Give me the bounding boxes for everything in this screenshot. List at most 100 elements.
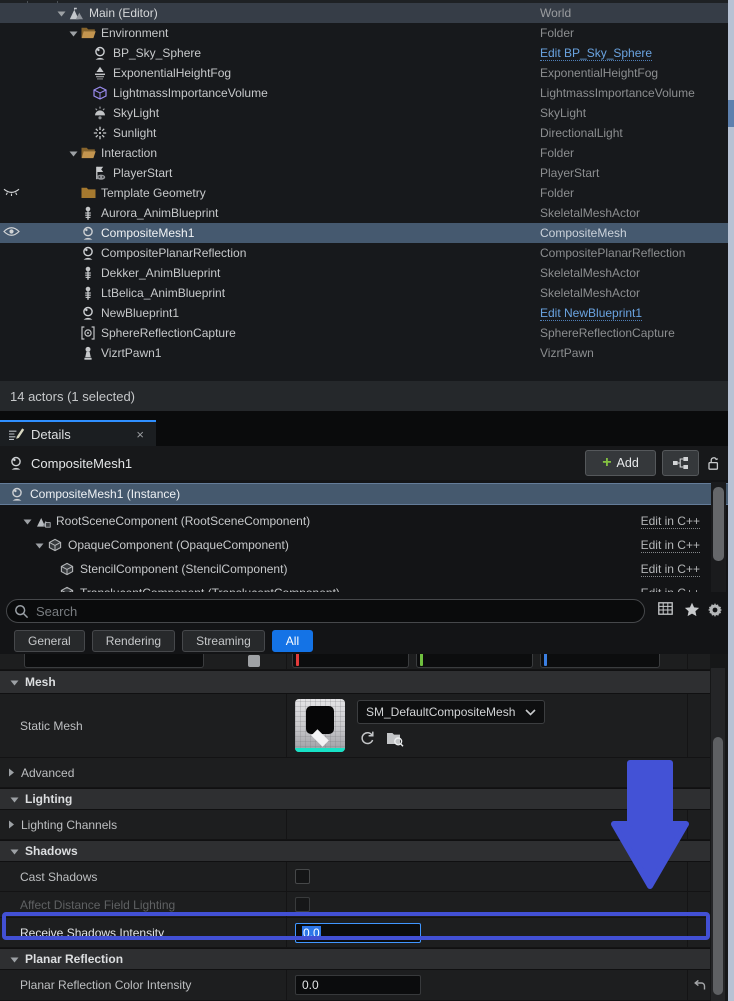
component-row-label: StencilComponent (StencilComponent) <box>80 562 287 576</box>
add-component-button[interactable]: + Add <box>585 450 656 476</box>
filter-tab-streaming[interactable]: Streaming <box>182 630 265 652</box>
scale-z-field[interactable] <box>540 654 660 668</box>
caret-down-icon[interactable] <box>8 796 20 803</box>
caret-down-icon[interactable] <box>67 150 80 157</box>
cast-shadows-checkbox[interactable] <box>295 869 310 884</box>
blueprint-graph-button[interactable] <box>662 450 699 476</box>
player-start-icon <box>92 165 108 181</box>
details-pencil-icon <box>8 427 25 441</box>
outliner-row[interactable]: PlayerStart PlayerStart <box>0 163 728 183</box>
receive-shadows-input[interactable]: 0.0 <box>295 923 421 943</box>
outliner-row[interactable]: VizrtPawn1 VizrtPawn <box>0 343 728 363</box>
caret-down-icon[interactable] <box>8 679 20 686</box>
search-input[interactable] <box>36 604 596 619</box>
actor-icon <box>92 45 108 61</box>
edit-in-cpp-link[interactable]: Edit in C++ <box>641 562 700 577</box>
eye-open-icon[interactable] <box>3 226 20 237</box>
outliner-row-type: CompositeMesh <box>540 226 627 240</box>
advanced-row[interactable]: Advanced <box>0 758 710 788</box>
caret-down-icon[interactable] <box>67 30 80 37</box>
affect-distance-field-checkbox[interactable] <box>295 897 310 912</box>
properties-scrollbar-thumb[interactable] <box>713 737 723 995</box>
section-shadows-label: Shadows <box>25 844 78 858</box>
section-lighting-label: Lighting <box>25 792 72 806</box>
thumbnail-mesh-shape <box>306 706 334 734</box>
outliner-row[interactable]: Sunlight DirectionalLight <box>0 123 728 143</box>
caret-down-icon[interactable] <box>32 542 46 549</box>
edit-blueprint-link[interactable]: Edit NewBlueprint1 <box>540 306 642 321</box>
scale-y-field[interactable] <box>416 654 533 668</box>
scale-input-clipped[interactable] <box>24 654 204 668</box>
outliner-scrollbar-thumb[interactable] <box>728 100 734 127</box>
eye-closed-icon[interactable] <box>3 186 20 197</box>
outliner-row-label: SphereReflectionCapture <box>101 326 236 340</box>
filter-tab-rendering[interactable]: Rendering <box>92 630 175 652</box>
caret-down-icon[interactable] <box>8 956 20 963</box>
search-icon <box>14 604 29 619</box>
outliner-row[interactable]: BP_Sky_Sphere Edit BP_Sky_Sphere <box>0 43 728 63</box>
outliner-row[interactable]: LightmassImportanceVolume LightmassImpor… <box>0 83 728 103</box>
outliner-row[interactable]: SphereReflectionCapture SphereReflection… <box>0 323 728 343</box>
lighting-channels-cell: Lighting Channels <box>0 810 287 839</box>
revert-icon[interactable] <box>693 980 706 991</box>
outliner-row-type: SkeletalMeshActor <box>540 286 640 300</box>
outliner-row[interactable]: ExponentialHeightFog ExponentialHeightFo… <box>0 63 728 83</box>
outliner-row[interactable]: Environment Folder <box>0 23 728 43</box>
browse-to-asset-icon[interactable] <box>386 730 404 747</box>
settings-gear-icon[interactable] <box>707 602 723 618</box>
caret-down-icon[interactable] <box>8 848 20 855</box>
outliner-row[interactable]: Template Geometry Folder <box>0 183 728 203</box>
section-shadows[interactable]: Shadows <box>0 840 710 862</box>
outliner-row[interactable]: Aurora_AnimBlueprint SkeletalMeshActor <box>0 203 728 223</box>
folder-open-icon <box>80 25 96 41</box>
receive-shadows-value-cell: 0.0 <box>287 918 688 947</box>
component-row[interactable]: CompositeMesh1 (Instance) <box>0 483 728 505</box>
static-mesh-dropdown[interactable]: SM_DefaultCompositeMesh <box>357 700 545 724</box>
section-mesh[interactable]: Mesh <box>0 670 710 694</box>
outliner-row-type: VizrtPawn <box>540 346 594 360</box>
section-lighting[interactable]: Lighting <box>0 788 710 810</box>
section-planar-reflection[interactable]: Planar Reflection <box>0 948 710 970</box>
component-row[interactable]: TranslucentComponent (TranslucentCompone… <box>0 582 728 592</box>
use-selected-asset-icon[interactable] <box>359 730 376 747</box>
favorites-star-icon[interactable] <box>684 602 700 617</box>
component-row[interactable]: StencilComponent (StencilComponent) Edit… <box>0 558 728 580</box>
caret-down-icon[interactable] <box>20 518 34 525</box>
outliner-row[interactable]: Main (Editor) World <box>0 3 728 23</box>
outliner-row-label: Aurora_AnimBlueprint <box>101 206 218 220</box>
axis-x-accent <box>296 654 299 666</box>
component-row[interactable]: OpaqueComponent (OpaqueComponent) Edit i… <box>0 534 728 556</box>
component-row-label: OpaqueComponent (OpaqueComponent) <box>68 538 289 552</box>
filter-tab-label: General <box>28 634 71 648</box>
outliner-row[interactable]: SkyLight SkyLight <box>0 103 728 123</box>
filter-tab-general[interactable]: General <box>14 630 85 652</box>
scale-lock-icon[interactable] <box>248 655 260 667</box>
outliner-row[interactable]: NewBlueprint1 Edit NewBlueprint1 <box>0 303 728 323</box>
caret-right-icon[interactable] <box>8 820 15 829</box>
planar-color-input[interactable]: 0.0 <box>295 975 421 995</box>
lighting-channels-row: Lighting Channels <box>0 810 710 840</box>
static-mesh-thumbnail[interactable] <box>295 699 345 752</box>
edit-blueprint-link[interactable]: Edit BP_Sky_Sphere <box>540 46 652 61</box>
outliner-row-type: SkyLight <box>540 106 586 120</box>
outliner-row[interactable]: CompositePlanarReflection CompositePlana… <box>0 243 728 263</box>
edit-in-cpp-link[interactable]: Edit in C++ <box>641 538 700 553</box>
edit-in-cpp-link[interactable]: Edit in C++ <box>641 514 700 529</box>
close-icon[interactable]: × <box>132 427 148 442</box>
outliner-row[interactable]: CompositeMesh1 CompositeMesh <box>0 223 728 243</box>
details-scrollbar-thumb[interactable] <box>713 487 724 561</box>
lock-details-button[interactable] <box>702 450 724 476</box>
outliner-row[interactable]: LtBelica_AnimBlueprint SkeletalMeshActor <box>0 283 728 303</box>
caret-right-icon[interactable] <box>8 768 15 777</box>
search-box[interactable] <box>6 599 645 623</box>
outliner-row[interactable]: Interaction Folder <box>0 143 728 163</box>
outliner-row[interactable]: Dekker_AnimBlueprint SkeletalMeshActor <box>0 263 728 283</box>
planar-color-value-cell: 0.0 <box>287 970 688 1000</box>
component-row[interactable]: RootSceneComponent (RootSceneComponent) … <box>0 510 728 532</box>
outliner-row-label: Dekker_AnimBlueprint <box>101 266 220 280</box>
scale-x-field[interactable] <box>292 654 409 668</box>
display-filter-icon[interactable] <box>658 602 673 615</box>
filter-tab-all[interactable]: All <box>272 630 313 652</box>
tab-details[interactable]: Details × <box>0 420 156 446</box>
caret-down-icon[interactable] <box>55 10 68 17</box>
